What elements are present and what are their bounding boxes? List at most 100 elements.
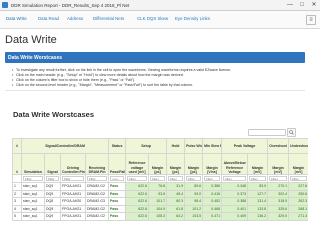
- tab-eye-density-links[interactable]: Eye Density Links: [175, 16, 210, 21]
- filter-input[interactable]: [223, 176, 247, 181]
- header-overshoot-group[interactable]: Overshoot: [267, 138, 290, 154]
- filter-input[interactable]: [62, 176, 84, 181]
- table-cell[interactable]: 622.6: [125, 197, 150, 206]
- search-input[interactable]: [248, 129, 286, 136]
- tab-clk-dqs-skew[interactable]: CLK DQS Skew: [137, 16, 168, 21]
- filter-input[interactable]: [249, 176, 267, 181]
- table-cell[interactable]: 127.7: [247, 189, 269, 198]
- tab-address[interactable]: Address: [67, 16, 83, 21]
- header-undershoot-group[interactable]: Undershoot: [288, 138, 308, 154]
- tab-differential-nets[interactable]: Differential Nets: [93, 16, 124, 21]
- filter-cell: [44, 174, 61, 183]
- search-icon[interactable]: [287, 128, 296, 137]
- table-cell[interactable]: 325.6: [267, 204, 290, 213]
- table-cell[interactable]: 270.1: [267, 182, 290, 191]
- table-cell[interactable]: 262.3: [288, 197, 308, 206]
- table-cell[interactable]: 131.4: [247, 197, 269, 206]
- table-cell[interactable]: 271.4: [288, 212, 308, 221]
- table-cell[interactable]: 329.0: [267, 212, 290, 221]
- filter-input[interactable]: [204, 176, 221, 181]
- column-header[interactable]: Margin [ps]: [184, 153, 204, 175]
- table-cell[interactable]: 0.388: [221, 197, 249, 206]
- table-cell[interactable]: 250.6: [288, 189, 308, 198]
- table-cell[interactable]: 60.3: [166, 197, 186, 206]
- table-cell[interactable]: 268.1: [288, 204, 308, 213]
- column-header[interactable]: Driving Controller.Pin: [60, 153, 86, 175]
- tab-data-write[interactable]: Data Write: [6, 16, 27, 21]
- filter-input[interactable]: [46, 176, 59, 181]
- table-cell[interactable]: 0.416: [202, 189, 223, 198]
- column-header[interactable]: Margin [mV]: [288, 153, 308, 175]
- filter-input[interactable]: [127, 176, 148, 181]
- table-cell[interactable]: 45.4: [166, 189, 186, 198]
- table-cell[interactable]: 83.9: [247, 182, 269, 191]
- table-cell[interactable]: 302.4: [267, 189, 290, 198]
- table-search: [248, 128, 296, 137]
- table-cell[interactable]: 622.6: [125, 189, 150, 198]
- table-cell[interactable]: 0.409: [221, 212, 249, 221]
- filter-input[interactable]: [23, 176, 43, 181]
- column-header[interactable]: Reference voltage used [mV]: [125, 153, 150, 175]
- table-cell[interactable]: 136.2: [247, 212, 269, 221]
- table-cell[interactable]: 93.5: [148, 189, 168, 198]
- table-cell[interactable]: 0.471: [202, 212, 223, 221]
- table-cell[interactable]: 108.3: [148, 212, 168, 221]
- filter-input[interactable]: [110, 176, 125, 181]
- instructions-list: To investigate any result further, click…: [12, 68, 302, 88]
- filter-input[interactable]: [150, 176, 166, 181]
- header-hold-group[interactable]: Hold: [166, 138, 186, 154]
- header-signal-group[interactable]: Signal/Controller/DRAM: [20, 138, 110, 154]
- filter-input[interactable]: [87, 176, 108, 181]
- table-cell[interactable]: 98.4: [184, 197, 204, 206]
- table-cell[interactable]: 104.9: [148, 204, 168, 213]
- table-cell[interactable]: 622.6: [125, 212, 150, 221]
- header-status-group[interactable]: Status: [108, 138, 127, 154]
- column-header[interactable]: Simulation: [21, 153, 45, 175]
- filter-input[interactable]: [290, 176, 308, 181]
- tab-data-read[interactable]: Data Read: [38, 16, 59, 21]
- table-cell[interactable]: 318.9: [267, 197, 290, 206]
- filter-input[interactable]: [186, 176, 202, 181]
- table-cell[interactable]: 0.468: [202, 204, 223, 213]
- table-cell[interactable]: 0.401: [221, 204, 249, 213]
- column-header[interactable]: Pass/Fail: [108, 153, 127, 175]
- table-cell[interactable]: 61.8: [166, 204, 186, 213]
- column-header[interactable]: Signal: [44, 153, 61, 175]
- table-cell[interactable]: 103.5: [184, 212, 204, 221]
- filter-input[interactable]: [269, 176, 288, 181]
- table-cell[interactable]: 0.348: [221, 182, 249, 191]
- table-cell[interactable]: 0.386: [202, 182, 223, 191]
- hamburger-icon[interactable]: ≡: [306, 15, 316, 25]
- header-min-slew-group[interactable]: Min Slew Rate: [202, 138, 223, 154]
- column-header[interactable]: Margin [mV]: [247, 153, 269, 175]
- table-cell[interactable]: 622.6: [125, 182, 150, 191]
- column-header[interactable]: Margin [V/ns]: [202, 153, 223, 175]
- column-header[interactable]: Margin [ps]: [148, 153, 168, 175]
- column-header[interactable]: Above/Below Reference Voltage: [221, 153, 249, 175]
- header-peak-voltage-group[interactable]: Peak Voltage: [221, 138, 269, 154]
- maximize-icon[interactable]: □: [296, 0, 308, 10]
- header-setup-group[interactable]: Setup: [125, 138, 168, 154]
- column-header[interactable]: #: [12, 153, 22, 175]
- table-cell[interactable]: 31.9: [166, 182, 186, 191]
- table-cell: Pass: [108, 197, 127, 206]
- close-icon[interactable]: ✕: [308, 0, 320, 10]
- table-cell[interactable]: 64.2: [166, 212, 186, 221]
- table-cell[interactable]: 133.8: [247, 204, 269, 213]
- table-cell[interactable]: 101.7: [148, 197, 168, 206]
- column-header[interactable]: Margin [mV]: [267, 153, 290, 175]
- filter-input[interactable]: [168, 176, 184, 181]
- table-cell[interactable]: 89.6: [184, 182, 204, 191]
- table-cell: Pass: [108, 189, 127, 198]
- table-cell[interactable]: 93.0: [184, 189, 204, 198]
- table-cell[interactable]: 622.6: [125, 204, 150, 213]
- header-pulse-width-group[interactable]: Pulse Width: [184, 138, 204, 154]
- column-header[interactable]: Margin [ps]: [166, 153, 186, 175]
- table-cell[interactable]: 0.452: [202, 197, 223, 206]
- column-header[interactable]: Receiving DRAM.Pin: [84, 153, 110, 175]
- table-cell[interactable]: 227.6: [288, 182, 308, 191]
- table-cell[interactable]: 0.373: [221, 189, 249, 198]
- minimize-icon[interactable]: —: [284, 0, 296, 10]
- table-cell[interactable]: 101.2: [184, 204, 204, 213]
- table-cell[interactable]: 76.8: [148, 182, 168, 191]
